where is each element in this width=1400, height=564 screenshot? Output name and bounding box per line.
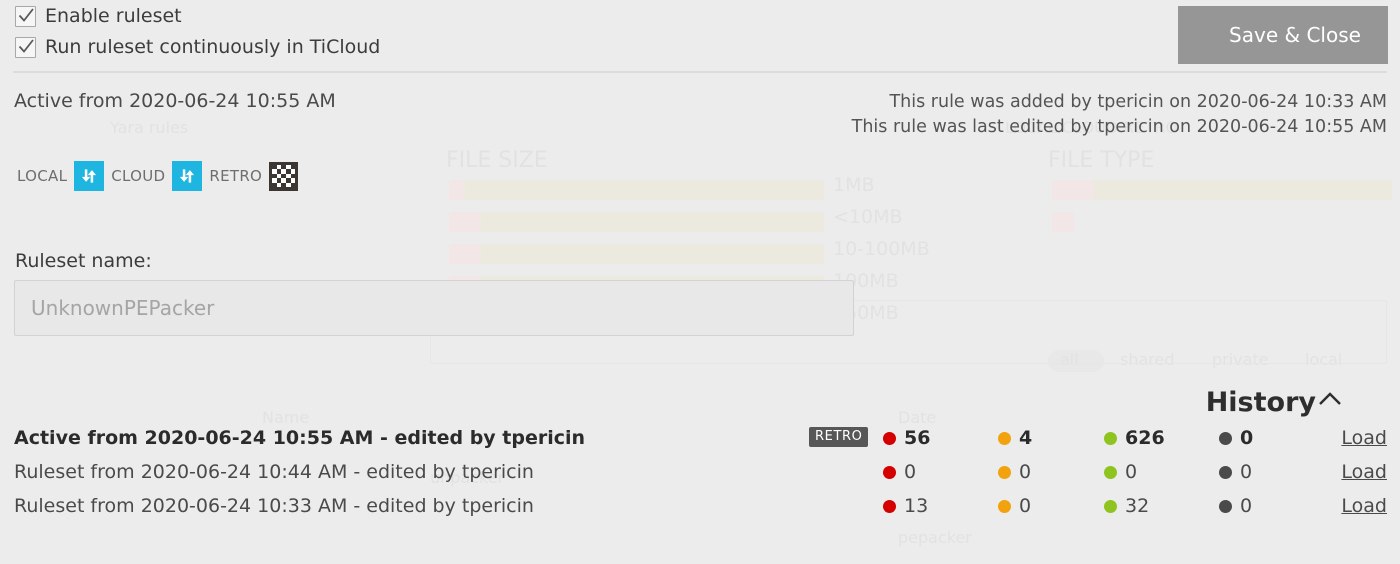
malicious-count: 0 bbox=[883, 458, 916, 486]
suspicious-count-value: 4 bbox=[1019, 427, 1033, 449]
scope-retro-label: RETRO bbox=[209, 167, 263, 185]
goodware-count-value: 32 bbox=[1125, 495, 1150, 517]
swap-icon[interactable] bbox=[172, 161, 203, 191]
chessboard-icon[interactable] bbox=[269, 161, 299, 191]
unknown-dot-icon bbox=[1219, 465, 1232, 479]
ghost-pill-label: private bbox=[1212, 350, 1269, 369]
history-row[interactable]: Ruleset from 2020-06-24 10:33 AM - edite… bbox=[0, 492, 1400, 526]
unknown-dot-icon bbox=[1219, 499, 1232, 513]
malicious-count: 13 bbox=[883, 492, 928, 520]
malicious-count-value: 56 bbox=[904, 427, 931, 449]
malicious-count: 56 bbox=[883, 424, 930, 452]
ghost-file-size-heading: FILE SIZE bbox=[446, 148, 548, 173]
goodware-count: 32 bbox=[1104, 492, 1149, 520]
history-title-label: History bbox=[1205, 387, 1316, 418]
ruleset-name-label: Ruleset name: bbox=[15, 250, 152, 272]
suspicious-count-value: 0 bbox=[1019, 461, 1032, 483]
load-link[interactable]: Load bbox=[1341, 424, 1387, 452]
unknown-count-value: 0 bbox=[1240, 427, 1254, 449]
checkbox-row-run-continuously[interactable]: Run ruleset continuously in TiCloud bbox=[15, 36, 380, 58]
ghost-bar bbox=[449, 244, 824, 264]
run-continuously-checkbox[interactable] bbox=[15, 36, 36, 58]
suspicious-dot-icon bbox=[998, 465, 1011, 479]
active-from-text: Active from 2020-06-24 10:55 AM bbox=[14, 90, 336, 112]
ghost-cell: pepacker bbox=[898, 528, 972, 547]
history-row[interactable]: Ruleset from 2020-06-24 10:44 AM - edite… bbox=[0, 458, 1400, 492]
ghost-pill-label: shared bbox=[1120, 350, 1175, 369]
ghost-file-type-heading: FILE TYPE bbox=[1048, 148, 1155, 173]
unknown-count-value: 0 bbox=[1240, 495, 1253, 517]
history-row-label: Active from 2020-06-24 10:55 AM - edited… bbox=[14, 427, 586, 449]
scope-local-label: LOCAL bbox=[17, 167, 68, 185]
history-row[interactable]: Active from 2020-06-24 10:55 AM - edited… bbox=[0, 424, 1400, 458]
suspicious-count: 0 bbox=[998, 492, 1031, 520]
history-row-label: Ruleset from 2020-06-24 10:33 AM - edite… bbox=[14, 495, 534, 517]
suspicious-count-value: 0 bbox=[1019, 495, 1032, 517]
goodware-count-value: 0 bbox=[1125, 461, 1138, 483]
ghost-size-label: <10MB bbox=[833, 206, 903, 228]
rule-meta: This rule was added by tpericin on 2020-… bbox=[852, 90, 1387, 140]
ruleset-editor-page: FILE SIZE FILE TYPE 1MB <10MB 10-100MB 1… bbox=[0, 0, 1400, 564]
rule-edited-line: This rule was last edited by tpericin on… bbox=[851, 117, 1387, 137]
top-toolbar: Enable ruleset Run ruleset continuously … bbox=[0, 0, 1400, 73]
ghost-size-label: 10-100MB bbox=[833, 238, 930, 260]
goodware-count: 0 bbox=[1104, 458, 1137, 486]
toolbar-divider bbox=[13, 71, 1387, 73]
ruleset-name-input[interactable] bbox=[14, 280, 854, 336]
retro-badge: RETRO bbox=[809, 427, 869, 447]
unknown-dot-icon bbox=[1219, 431, 1232, 445]
ghost-bar-cap bbox=[449, 212, 481, 232]
scope-selector: LOCAL CLOUD RETRO bbox=[17, 161, 299, 191]
load-link[interactable]: Load bbox=[1341, 492, 1387, 520]
scope-cloud-label: CLOUD bbox=[111, 167, 166, 185]
ghost-bar bbox=[1052, 180, 1392, 200]
malicious-count-value: 13 bbox=[904, 495, 929, 517]
checkbox-row-enable-ruleset[interactable]: Enable ruleset bbox=[15, 5, 182, 27]
ghost-bar-cap bbox=[449, 244, 481, 264]
suspicious-count: 0 bbox=[998, 458, 1031, 486]
goodware-count: 626 bbox=[1104, 424, 1165, 452]
goodware-dot-icon bbox=[1104, 431, 1117, 445]
goodware-dot-icon bbox=[1104, 499, 1117, 513]
ghost-cell: Yara rules bbox=[110, 118, 189, 137]
ghost-bar-cap bbox=[449, 180, 465, 200]
malicious-dot-icon bbox=[883, 431, 896, 445]
ghost-bar bbox=[449, 180, 824, 200]
chevron-up-icon bbox=[1318, 382, 1342, 413]
goodware-count-value: 626 bbox=[1125, 427, 1165, 449]
run-continuously-label: Run ruleset continuously in TiCloud bbox=[45, 36, 381, 58]
history-list: Active from 2020-06-24 10:55 AM - edited… bbox=[0, 424, 1400, 526]
malicious-dot-icon bbox=[883, 465, 896, 479]
ghost-pill bbox=[1048, 350, 1104, 372]
save-and-close-button[interactable]: Save & Close bbox=[1202, 6, 1388, 64]
enable-ruleset-checkbox[interactable] bbox=[15, 5, 36, 27]
unknown-count: 0 bbox=[1219, 492, 1252, 520]
ghost-pill-label: local bbox=[1305, 350, 1343, 369]
suspicious-dot-icon bbox=[998, 499, 1011, 513]
ghost-bar-cap bbox=[1052, 212, 1074, 232]
history-row-label: Ruleset from 2020-06-24 10:44 AM - edite… bbox=[14, 461, 534, 483]
unknown-count: 0 bbox=[1219, 424, 1253, 452]
ghost-pill-label: all bbox=[1060, 350, 1079, 369]
ghost-size-label: 1MB bbox=[833, 174, 875, 196]
rule-added-line: This rule was added by tpericin on 2020-… bbox=[889, 92, 1387, 112]
load-link[interactable]: Load bbox=[1341, 458, 1387, 486]
suspicious-dot-icon bbox=[998, 431, 1011, 445]
malicious-dot-icon bbox=[883, 499, 896, 513]
swap-icon[interactable] bbox=[74, 161, 105, 191]
ghost-bar bbox=[449, 212, 824, 232]
ghost-bar-cap bbox=[1052, 180, 1094, 200]
enable-ruleset-label: Enable ruleset bbox=[45, 5, 182, 27]
goodware-dot-icon bbox=[1104, 465, 1117, 479]
suspicious-count: 4 bbox=[998, 424, 1032, 452]
malicious-count-value: 0 bbox=[904, 461, 917, 483]
history-toggle[interactable]: History bbox=[1206, 382, 1342, 418]
unknown-count-value: 0 bbox=[1240, 461, 1253, 483]
unknown-count: 0 bbox=[1219, 458, 1252, 486]
